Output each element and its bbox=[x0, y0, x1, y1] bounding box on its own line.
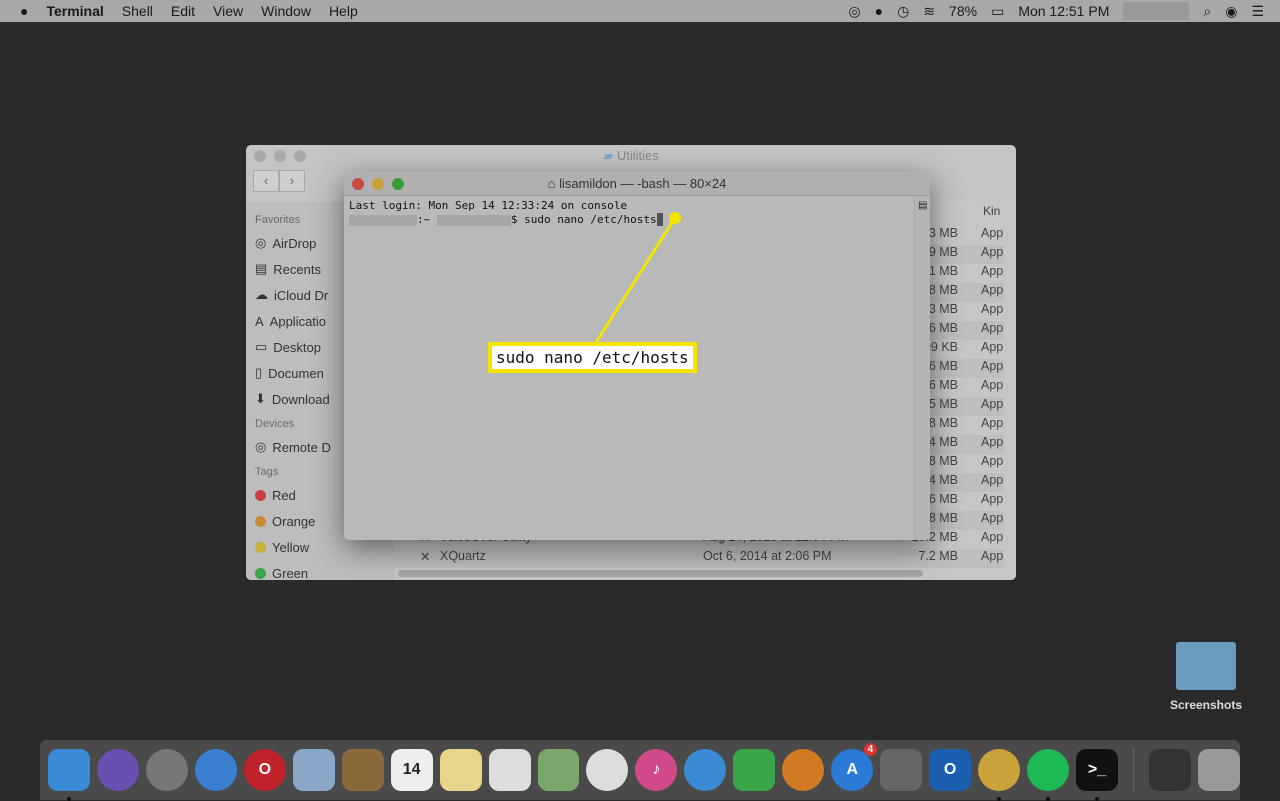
dock-itunes-icon[interactable]: ♪ bbox=[635, 749, 678, 791]
dock-system-preferences-icon[interactable] bbox=[880, 749, 923, 791]
dock-trash-icon[interactable] bbox=[1197, 749, 1240, 791]
dock-archive-icon[interactable] bbox=[1148, 749, 1191, 791]
badge: 4 bbox=[863, 743, 878, 756]
dock-spotify-icon[interactable] bbox=[1027, 749, 1070, 801]
running-indicator bbox=[67, 797, 71, 801]
glyph: >_ bbox=[1087, 761, 1107, 778]
desktop-folder-screenshots[interactable]: Screenshots bbox=[1168, 642, 1244, 712]
dock-maps-icon[interactable] bbox=[537, 749, 580, 791]
dock-terminal-icon[interactable]: >_ bbox=[1076, 749, 1118, 801]
dock-siri-icon[interactable] bbox=[96, 749, 139, 791]
dock-separator bbox=[1132, 748, 1134, 792]
dock-launchpad-icon[interactable] bbox=[145, 749, 188, 791]
dock-facetime-icon[interactable] bbox=[733, 749, 776, 791]
dock-books-icon[interactable] bbox=[782, 749, 825, 791]
callout-connector bbox=[593, 217, 677, 345]
running-indicator bbox=[1095, 797, 1100, 801]
dock-notes-icon[interactable] bbox=[439, 749, 482, 791]
callout-label: sudo nano /etc/hosts bbox=[488, 342, 697, 373]
dock-app-store-icon[interactable]: A4 bbox=[831, 743, 878, 791]
dock-contacts-icon[interactable] bbox=[341, 749, 384, 791]
glyph: O bbox=[258, 761, 272, 778]
dock-photos-icon[interactable] bbox=[586, 749, 629, 791]
dock-chrome-icon[interactable] bbox=[978, 749, 1021, 801]
dock-opera-icon[interactable]: O bbox=[243, 749, 286, 791]
running-indicator bbox=[997, 797, 1002, 801]
running-indicator bbox=[1046, 797, 1051, 801]
dock-outlook-icon[interactable]: O bbox=[929, 749, 972, 791]
dock-finder-icon[interactable] bbox=[48, 749, 90, 801]
folder-icon bbox=[1176, 642, 1236, 690]
callout-dot bbox=[669, 212, 681, 224]
dock-calendar-icon[interactable]: 14 bbox=[390, 749, 433, 791]
dock-safari-icon[interactable] bbox=[194, 749, 237, 791]
glyph: ♪ bbox=[652, 761, 661, 778]
dock-reminders-icon[interactable] bbox=[488, 749, 531, 791]
callout-line bbox=[593, 212, 681, 345]
glyph: O bbox=[943, 761, 957, 778]
glyph: A bbox=[846, 761, 858, 778]
dock: O 14 ♪ A 4 O >_ bbox=[40, 740, 1240, 801]
dock-mail-icon[interactable] bbox=[292, 749, 335, 791]
dock-messages-icon[interactable] bbox=[684, 749, 727, 791]
glyph: 14 bbox=[402, 761, 421, 778]
folder-label: Screenshots bbox=[1169, 698, 1243, 712]
